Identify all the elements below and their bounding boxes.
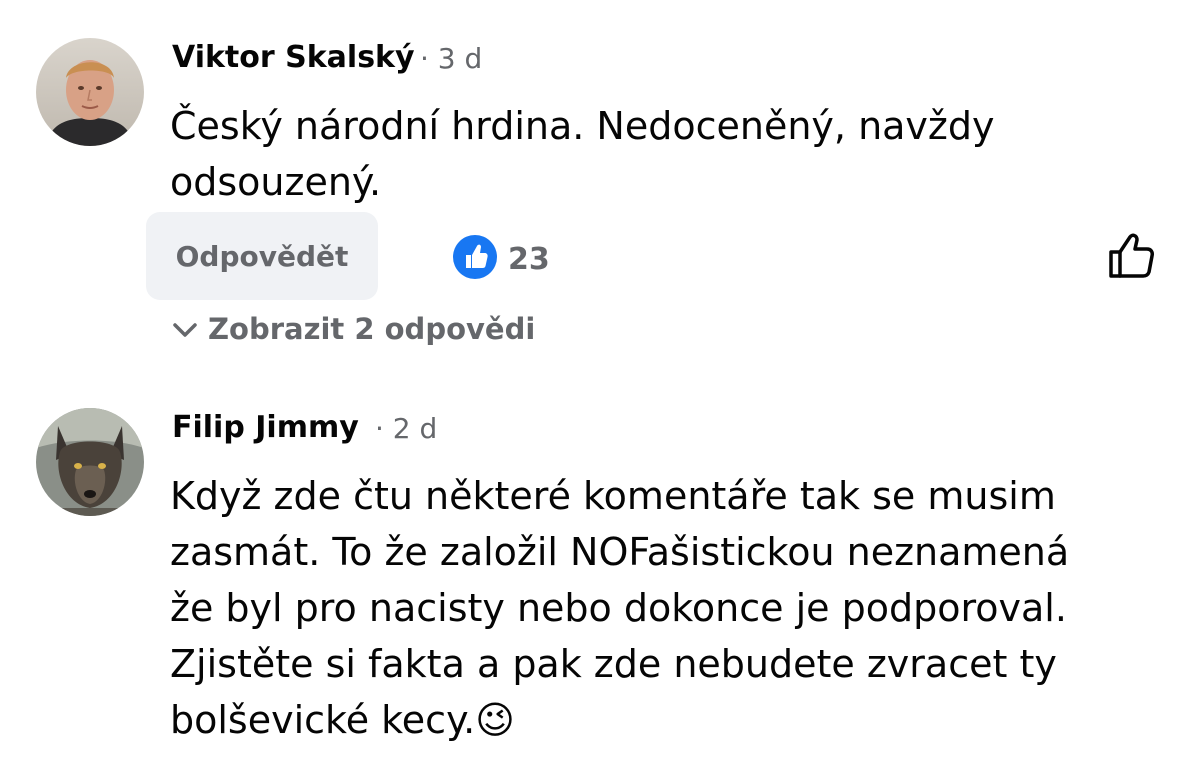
comment-author[interactable]: Filip Jimmy (172, 410, 359, 445)
chevron-down-icon (172, 312, 198, 346)
comment-timestamp: · 2 d (375, 412, 438, 445)
comment-author[interactable]: Viktor Skalský (172, 40, 415, 75)
comment-text-line: bolševické kecy.😉 (170, 692, 1069, 748)
comment-text-line: odsouzený. (170, 160, 382, 204)
like-badge-icon (452, 234, 498, 284)
comment-text: Český národní hrdina. Nedoceněný, navždy… (170, 98, 994, 210)
reaction-summary[interactable]: 23 (452, 234, 550, 284)
show-replies-link[interactable]: Zobrazit 2 odpovědi (172, 312, 535, 346)
comment-text-line: Český národní hrdina. Nedoceněný, navždy (170, 104, 995, 148)
comment-filip: Filip Jimmy · 2 d Když zde čtu některé k… (0, 370, 1200, 761)
wink-emoji: 😉 (475, 698, 515, 742)
comment-thread: Viktor Skalský · 3 d Český národní hrdin… (0, 0, 1200, 761)
comment-viktor: Viktor Skalský · 3 d Český národní hrdin… (0, 0, 1200, 370)
thumbs-up-outline-icon[interactable] (1106, 232, 1156, 284)
comment-timestamp: · 3 d (420, 42, 483, 75)
reaction-count: 23 (508, 241, 550, 277)
show-replies-label: Zobrazit 2 odpovědi (208, 312, 536, 346)
comment-text-line: Zjistěte si fakta a pak zde nebudete zvr… (170, 642, 1057, 686)
comment-text: Když zde čtu některé komentáře tak se mu… (170, 468, 1069, 748)
comment-text-line: že byl pro nacisty nebo dokonce je podpo… (170, 586, 1067, 630)
avatar[interactable] (36, 408, 144, 516)
reply-button[interactable]: Odpovědět (146, 212, 378, 300)
comment-text-line: zasmát. To že založil NOFašistickou nezn… (170, 530, 1070, 574)
comment-text-line: Když zde čtu některé komentáře tak se mu… (170, 474, 1056, 518)
comment-text-line-end: bolševické kecy. (170, 698, 476, 742)
avatar[interactable] (36, 38, 144, 146)
